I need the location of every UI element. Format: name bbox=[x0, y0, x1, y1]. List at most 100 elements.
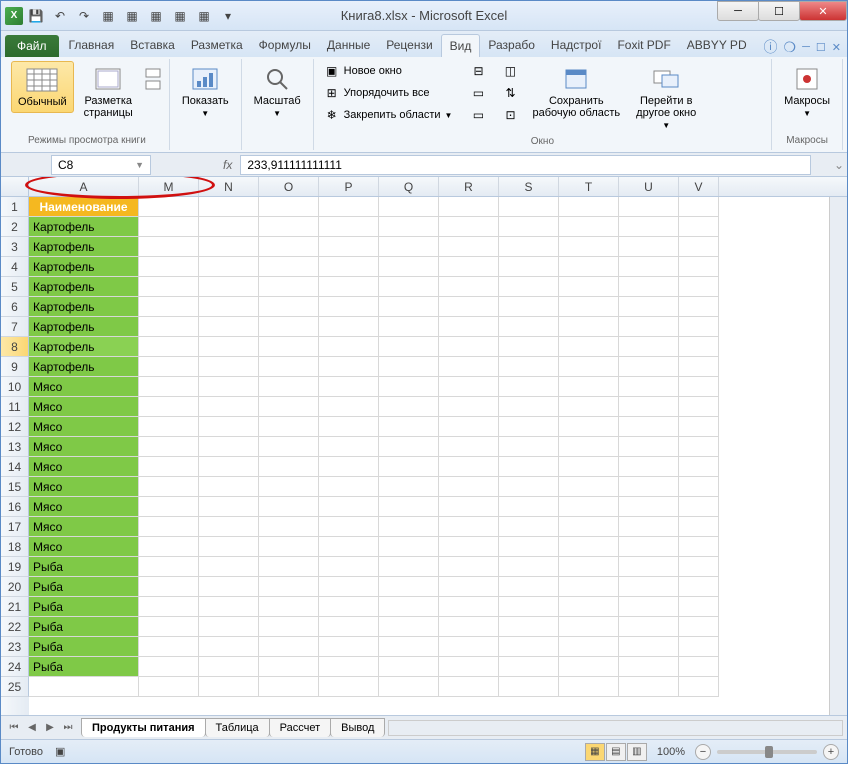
cell-R5[interactable] bbox=[439, 277, 499, 297]
cell-Q13[interactable] bbox=[379, 437, 439, 457]
cell-P10[interactable] bbox=[319, 377, 379, 397]
cell-M25[interactable] bbox=[139, 677, 199, 697]
cell-Q4[interactable] bbox=[379, 257, 439, 277]
reset-pos-button[interactable]: ⊡ bbox=[498, 105, 522, 125]
name-box-dropdown-icon[interactable]: ▼ bbox=[135, 160, 144, 170]
cell-U24[interactable] bbox=[619, 657, 679, 677]
cell-V4[interactable] bbox=[679, 257, 719, 277]
cell-S10[interactable] bbox=[499, 377, 559, 397]
cell-U1[interactable] bbox=[619, 197, 679, 217]
cell-N9[interactable] bbox=[199, 357, 259, 377]
cell-P2[interactable] bbox=[319, 217, 379, 237]
cell-R23[interactable] bbox=[439, 637, 499, 657]
cell-O5[interactable] bbox=[259, 277, 319, 297]
col-header-R[interactable]: R bbox=[439, 177, 499, 196]
cell-Q17[interactable] bbox=[379, 517, 439, 537]
cell-O4[interactable] bbox=[259, 257, 319, 277]
cell-M21[interactable] bbox=[139, 597, 199, 617]
sheet-tab-2[interactable]: Рассчет bbox=[269, 718, 332, 737]
cell-A11[interactable]: Мясо bbox=[29, 397, 139, 417]
cell-U8[interactable] bbox=[619, 337, 679, 357]
cell-R8[interactable] bbox=[439, 337, 499, 357]
cell-O20[interactable] bbox=[259, 577, 319, 597]
cell-S21[interactable] bbox=[499, 597, 559, 617]
status-break-view[interactable]: ▥ bbox=[627, 743, 647, 761]
cell-A18[interactable]: Мясо bbox=[29, 537, 139, 557]
cell-U7[interactable] bbox=[619, 317, 679, 337]
cell-Q25[interactable] bbox=[379, 677, 439, 697]
qat-btn-4[interactable]: ▦ bbox=[169, 5, 191, 27]
cell-T12[interactable] bbox=[559, 417, 619, 437]
row-header-7[interactable]: 7 bbox=[1, 317, 29, 337]
cell-N6[interactable] bbox=[199, 297, 259, 317]
cell-Q2[interactable] bbox=[379, 217, 439, 237]
cell-T15[interactable] bbox=[559, 477, 619, 497]
cell-O23[interactable] bbox=[259, 637, 319, 657]
cell-T3[interactable] bbox=[559, 237, 619, 257]
cell-R21[interactable] bbox=[439, 597, 499, 617]
cell-S12[interactable] bbox=[499, 417, 559, 437]
cell-R15[interactable] bbox=[439, 477, 499, 497]
formula-input[interactable]: 233,911111111111 bbox=[240, 155, 811, 175]
cell-N19[interactable] bbox=[199, 557, 259, 577]
cell-M8[interactable] bbox=[139, 337, 199, 357]
hide-button[interactable]: ▭ bbox=[466, 83, 490, 103]
cell-P3[interactable] bbox=[319, 237, 379, 257]
cell-S11[interactable] bbox=[499, 397, 559, 417]
cell-P19[interactable] bbox=[319, 557, 379, 577]
doc-min-icon[interactable]: ─ bbox=[802, 41, 810, 53]
cell-V20[interactable] bbox=[679, 577, 719, 597]
cell-Q11[interactable] bbox=[379, 397, 439, 417]
cell-A10[interactable]: Мясо bbox=[29, 377, 139, 397]
cell-N25[interactable] bbox=[199, 677, 259, 697]
cell-N8[interactable] bbox=[199, 337, 259, 357]
cell-Q24[interactable] bbox=[379, 657, 439, 677]
cell-N13[interactable] bbox=[199, 437, 259, 457]
formula-expand-icon[interactable]: ⌄ bbox=[831, 158, 847, 172]
cell-T19[interactable] bbox=[559, 557, 619, 577]
row-header-25[interactable]: 25 bbox=[1, 677, 29, 697]
cell-A5[interactable]: Картофель bbox=[29, 277, 139, 297]
cell-S16[interactable] bbox=[499, 497, 559, 517]
sheet-nav-first[interactable]: ⏮ bbox=[5, 719, 23, 737]
cell-V13[interactable] bbox=[679, 437, 719, 457]
cell-T9[interactable] bbox=[559, 357, 619, 377]
cell-S13[interactable] bbox=[499, 437, 559, 457]
cell-V5[interactable] bbox=[679, 277, 719, 297]
cell-M15[interactable] bbox=[139, 477, 199, 497]
cell-N16[interactable] bbox=[199, 497, 259, 517]
cell-T22[interactable] bbox=[559, 617, 619, 637]
cell-M19[interactable] bbox=[139, 557, 199, 577]
qat-btn-3[interactable]: ▦ bbox=[145, 5, 167, 27]
cell-A4[interactable]: Картофель bbox=[29, 257, 139, 277]
side-by-side-button[interactable]: ◫ bbox=[498, 61, 522, 81]
cell-T20[interactable] bbox=[559, 577, 619, 597]
cell-V6[interactable] bbox=[679, 297, 719, 317]
row-header-16[interactable]: 16 bbox=[1, 497, 29, 517]
cell-U10[interactable] bbox=[619, 377, 679, 397]
cell-T25[interactable] bbox=[559, 677, 619, 697]
cell-M10[interactable] bbox=[139, 377, 199, 397]
cell-N11[interactable] bbox=[199, 397, 259, 417]
ribbon-tab-9[interactable]: Foxit PDF bbox=[609, 34, 678, 57]
cell-V18[interactable] bbox=[679, 537, 719, 557]
col-header-U[interactable]: U bbox=[619, 177, 679, 196]
cell-A24[interactable]: Рыба bbox=[29, 657, 139, 677]
cell-P7[interactable] bbox=[319, 317, 379, 337]
cell-V3[interactable] bbox=[679, 237, 719, 257]
col-header-T[interactable]: T bbox=[559, 177, 619, 196]
cell-T8[interactable] bbox=[559, 337, 619, 357]
sheet-tab-3[interactable]: Вывод bbox=[330, 718, 385, 737]
cell-R2[interactable] bbox=[439, 217, 499, 237]
cell-P20[interactable] bbox=[319, 577, 379, 597]
cell-O2[interactable] bbox=[259, 217, 319, 237]
cell-Q19[interactable] bbox=[379, 557, 439, 577]
ribbon-tab-5[interactable]: Рецензи bbox=[378, 34, 440, 57]
ribbon-tab-1[interactable]: Вставка bbox=[122, 34, 183, 57]
col-header-S[interactable]: S bbox=[499, 177, 559, 196]
cell-O15[interactable] bbox=[259, 477, 319, 497]
cell-O3[interactable] bbox=[259, 237, 319, 257]
cell-R3[interactable] bbox=[439, 237, 499, 257]
cell-A9[interactable]: Картофель bbox=[29, 357, 139, 377]
cell-Q1[interactable] bbox=[379, 197, 439, 217]
